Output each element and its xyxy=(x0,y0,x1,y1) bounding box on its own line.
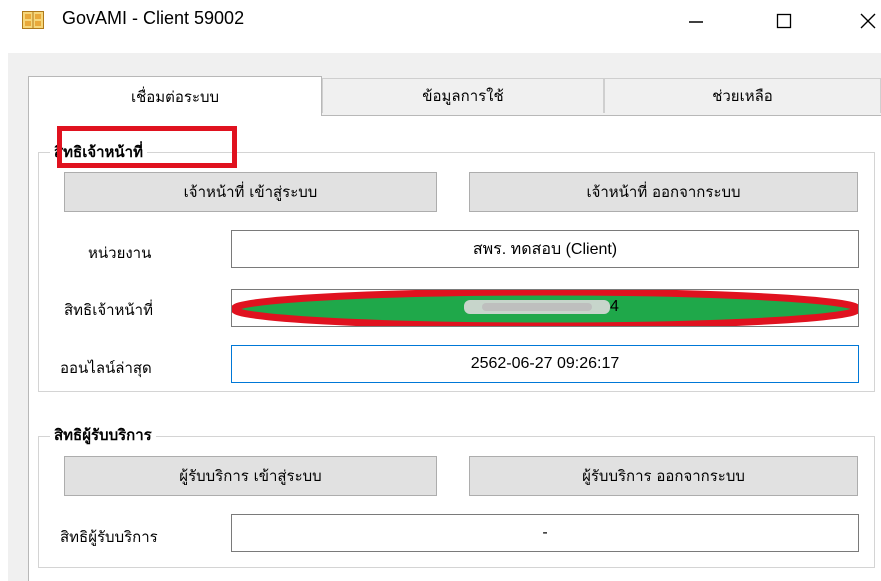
officer-rights-value: 4 xyxy=(610,298,619,315)
maximize-button[interactable] xyxy=(764,4,804,38)
customer-rights-group-title: สิทธิผู้รับบริการ xyxy=(50,423,156,447)
last-online-field: 2562-06-27 09:26:17 xyxy=(231,345,859,383)
minimize-button[interactable] xyxy=(676,4,716,38)
customer-rights-value: - xyxy=(542,524,548,541)
tab-help-label: ช่วยเหลือ xyxy=(712,87,773,105)
title-bar: GovAMI - Client 59002 xyxy=(0,0,881,40)
tab-help[interactable]: ช่วยเหลือ xyxy=(604,78,881,113)
tab-connect-label: เชื่อมต่อระบบ xyxy=(130,87,220,106)
officer-rights-label: สิทธิเจ้าหน้าที่ xyxy=(64,301,153,319)
last-online-value: 2562-06-27 09:26:17 xyxy=(470,355,620,372)
agency-field: สพร. ทดสอบ (Client) xyxy=(231,230,859,268)
tab-connect[interactable]: เชื่อมต่อระบบ xyxy=(28,76,322,116)
officer-rights-group-title: สิทธิเจ้าหน้าที่ xyxy=(50,140,147,164)
maximize-icon xyxy=(776,13,792,29)
close-button[interactable] xyxy=(848,4,881,38)
officer-logout-button[interactable]: เจ้าหน้าที่ ออกจากระบบ xyxy=(469,172,858,212)
customer-rights-field: - xyxy=(231,514,859,552)
customer-login-button[interactable]: ผู้รับบริการ เข้าสู่ระบบ xyxy=(64,456,437,496)
tab-usage-info-label: ข้อมูลการใช้ xyxy=(422,87,504,105)
close-icon xyxy=(860,13,876,29)
window-title: GovAMI - Client 59002 xyxy=(62,8,245,28)
minimize-icon xyxy=(689,21,703,23)
customer-rights-label: สิทธิผู้รับบริการ xyxy=(60,528,158,546)
app-icon xyxy=(22,11,44,29)
agency-value: สพร. ทดสอบ (Client) xyxy=(472,240,618,258)
last-online-label: ออนไลน์ล่าสุด xyxy=(60,359,152,377)
customer-logout-button[interactable]: ผู้รับบริการ ออกจากระบบ xyxy=(469,456,858,496)
officer-login-button[interactable]: เจ้าหน้าที่ เข้าสู่ระบบ xyxy=(64,172,437,212)
agency-label: หน่วยงาน xyxy=(88,244,152,262)
tab-usage-info[interactable]: ข้อมูลการใช้ xyxy=(322,78,604,113)
officer-rights-field: 4 xyxy=(231,289,859,327)
redaction-ellipse xyxy=(232,290,858,326)
